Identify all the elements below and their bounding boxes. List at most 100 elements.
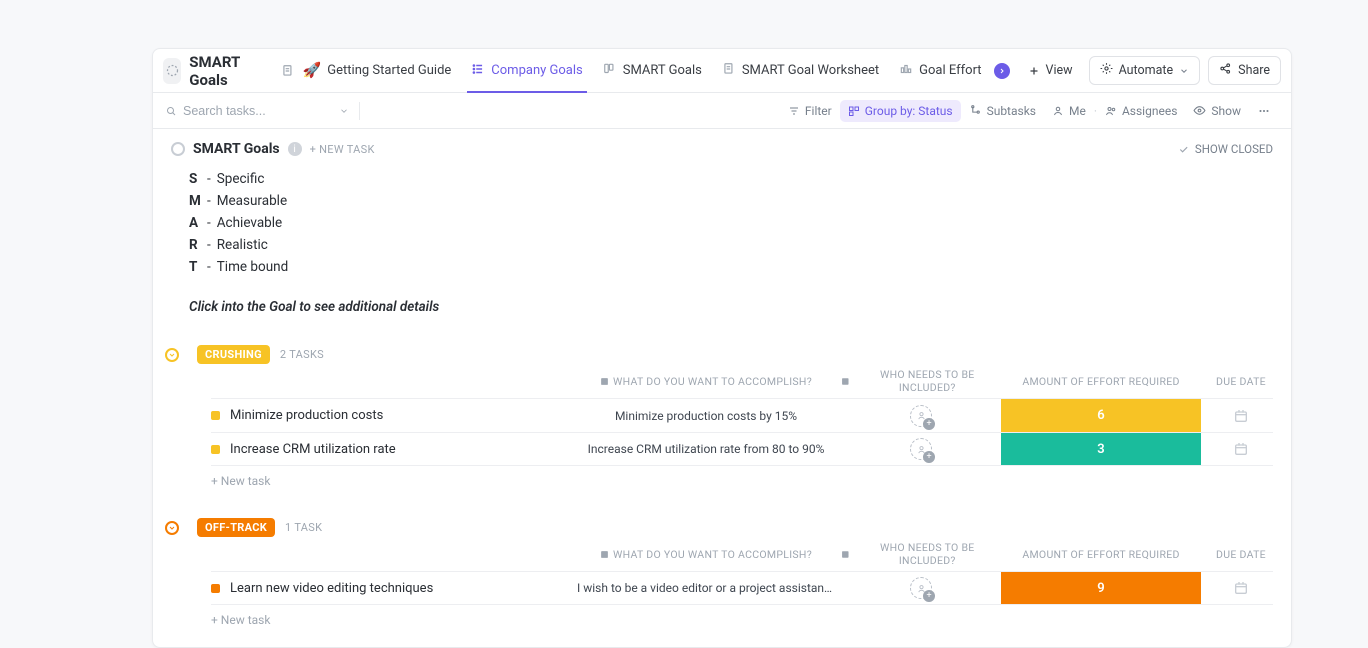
task-desc: Minimize production costs by 15%: [571, 409, 841, 423]
col-included: WHO NEEDS TO BE INCLUDED?: [841, 368, 1001, 394]
add-task-button[interactable]: + New task: [185, 466, 1273, 488]
doc-icon: [722, 62, 736, 80]
search-dropdown-icon[interactable]: [339, 106, 349, 116]
info-icon[interactable]: i: [288, 142, 302, 156]
def-dash: -: [207, 237, 211, 253]
automate-icon: [1100, 62, 1113, 79]
show-button[interactable]: Show: [1185, 100, 1249, 122]
def-word: Time bound: [217, 259, 288, 275]
assignees-label: Assignees: [1122, 104, 1177, 118]
def-dash: -: [207, 193, 211, 209]
header-actions: View Automate Share: [1020, 56, 1281, 85]
task-row[interactable]: Learn new video editing techniques I wis…: [211, 571, 1273, 605]
content: SMART Goals i + NEW TASK SHOW CLOSED S-S…: [153, 129, 1291, 647]
status-label: OFF-TRACK: [197, 518, 275, 537]
app-panel: SMART Goals 🚀 Getting Started Guide Comp…: [152, 48, 1292, 648]
automate-button[interactable]: Automate: [1089, 56, 1201, 85]
add-assignee-icon: [910, 438, 932, 460]
col-accomplish: WHAT DO YOU WANT TO ACCOMPLISH?: [571, 548, 841, 561]
col-due: DUE DATE: [1201, 375, 1281, 388]
def-letter: M: [189, 193, 201, 209]
add-view-label: View: [1046, 63, 1073, 78]
def-dash: -: [207, 171, 211, 187]
task-row[interactable]: Increase CRM utilization rate Increase C…: [211, 432, 1273, 466]
task-row[interactable]: Minimize production costs Minimize produ…: [211, 398, 1273, 432]
def-dash: -: [207, 259, 211, 275]
definition-row: T-Time bound: [189, 259, 1273, 275]
tab-goal-effort[interactable]: Goal Effort: [889, 49, 1019, 92]
collapse-icon[interactable]: [165, 521, 179, 535]
definition-row: S-Specific: [189, 171, 1273, 187]
def-letter: R: [189, 237, 201, 253]
tab-label: SMART Goal Worksheet: [742, 63, 879, 78]
definition-row: R-Realistic: [189, 237, 1273, 253]
task-count: 1 TASK: [285, 521, 322, 534]
search-input[interactable]: [183, 104, 323, 118]
show-closed-button[interactable]: SHOW CLOSED: [1178, 142, 1273, 156]
scroll-tabs-icon[interactable]: [994, 63, 1010, 79]
def-word: Realistic: [217, 237, 268, 253]
me-button[interactable]: Me: [1044, 100, 1094, 122]
task-name-cell: Learn new video editing techniques: [211, 581, 571, 596]
tab-company-goals[interactable]: Company Goals: [461, 49, 592, 92]
def-word: Specific: [217, 171, 265, 187]
tab-getting-started[interactable]: 🚀 Getting Started Guide: [269, 49, 462, 92]
col-included: WHO NEEDS TO BE INCLUDED?: [841, 541, 1001, 567]
person-icon: [1052, 105, 1064, 117]
group-by-button[interactable]: Group by: Status: [840, 100, 961, 122]
filter-label: Filter: [805, 104, 832, 118]
task-desc: I wish to be a video editor or a project…: [571, 581, 841, 595]
automate-label: Automate: [1119, 63, 1174, 78]
column-headers: WHAT DO YOU WANT TO ACCOMPLISH? WHO NEED…: [211, 368, 1273, 394]
status-square-icon: [211, 445, 220, 454]
assignee-cell[interactable]: [841, 438, 1001, 460]
effort-cell[interactable]: 9: [1001, 572, 1201, 604]
collapse-icon[interactable]: [165, 348, 179, 362]
status-group-offtrack: OFF-TRACK 1 TASK WHAT DO YOU WANT TO ACC…: [171, 518, 1273, 627]
rocket-icon: 🚀: [303, 63, 322, 78]
assignee-cell[interactable]: [841, 405, 1001, 427]
filter-button[interactable]: Filter: [780, 100, 840, 122]
list-header: SMART Goals i + NEW TASK SHOW CLOSED: [171, 141, 1273, 157]
status-square-icon: [211, 584, 220, 593]
effort-cell[interactable]: 3: [1001, 433, 1201, 465]
show-label: Show: [1211, 104, 1241, 118]
me-label: Me: [1069, 104, 1086, 118]
add-view-button[interactable]: View: [1020, 58, 1081, 83]
filter-icon: [788, 105, 800, 117]
status-circle-icon: [171, 142, 185, 156]
def-word: Measurable: [217, 193, 287, 209]
share-label: Share: [1238, 63, 1270, 78]
definition-row: M-Measurable: [189, 193, 1273, 209]
task-name: Increase CRM utilization rate: [230, 442, 396, 457]
more-button[interactable]: [1249, 100, 1279, 122]
add-task-button[interactable]: + New task: [185, 605, 1273, 627]
add-assignee-icon: [910, 577, 932, 599]
tab-label: Goal Effort: [919, 63, 981, 78]
assignees-button[interactable]: Assignees: [1097, 100, 1185, 122]
doc-icon: [279, 63, 297, 79]
def-letter: S: [189, 171, 201, 187]
share-button[interactable]: Share: [1208, 56, 1281, 85]
due-date-cell[interactable]: [1201, 408, 1281, 424]
def-letter: A: [189, 215, 201, 231]
group-header[interactable]: OFF-TRACK 1 TASK: [185, 518, 1273, 537]
col-effort: AMOUNT OF EFFORT REQUIRED: [1001, 375, 1201, 388]
group-by-label: Group by: Status: [865, 104, 953, 118]
task-name: Learn new video editing techniques: [230, 581, 433, 596]
group-header[interactable]: CRUSHING 2 TASKS: [185, 345, 1273, 364]
tab-smart-goals[interactable]: SMART Goals: [593, 49, 712, 92]
board-icon: [603, 62, 617, 80]
subtasks-button[interactable]: Subtasks: [961, 100, 1044, 122]
tab-worksheet[interactable]: SMART Goal Worksheet: [712, 49, 889, 92]
due-date-cell[interactable]: [1201, 441, 1281, 457]
col-due: DUE DATE: [1201, 548, 1281, 561]
task-name: Minimize production costs: [230, 408, 383, 423]
list-title[interactable]: SMART Goals: [193, 141, 280, 157]
due-date-cell[interactable]: [1201, 580, 1281, 596]
assignee-cell[interactable]: [841, 577, 1001, 599]
new-task-button[interactable]: + NEW TASK: [310, 143, 375, 156]
effort-cell[interactable]: 6: [1001, 399, 1201, 432]
chart-icon: [899, 62, 913, 80]
calendar-icon: [1233, 408, 1249, 424]
